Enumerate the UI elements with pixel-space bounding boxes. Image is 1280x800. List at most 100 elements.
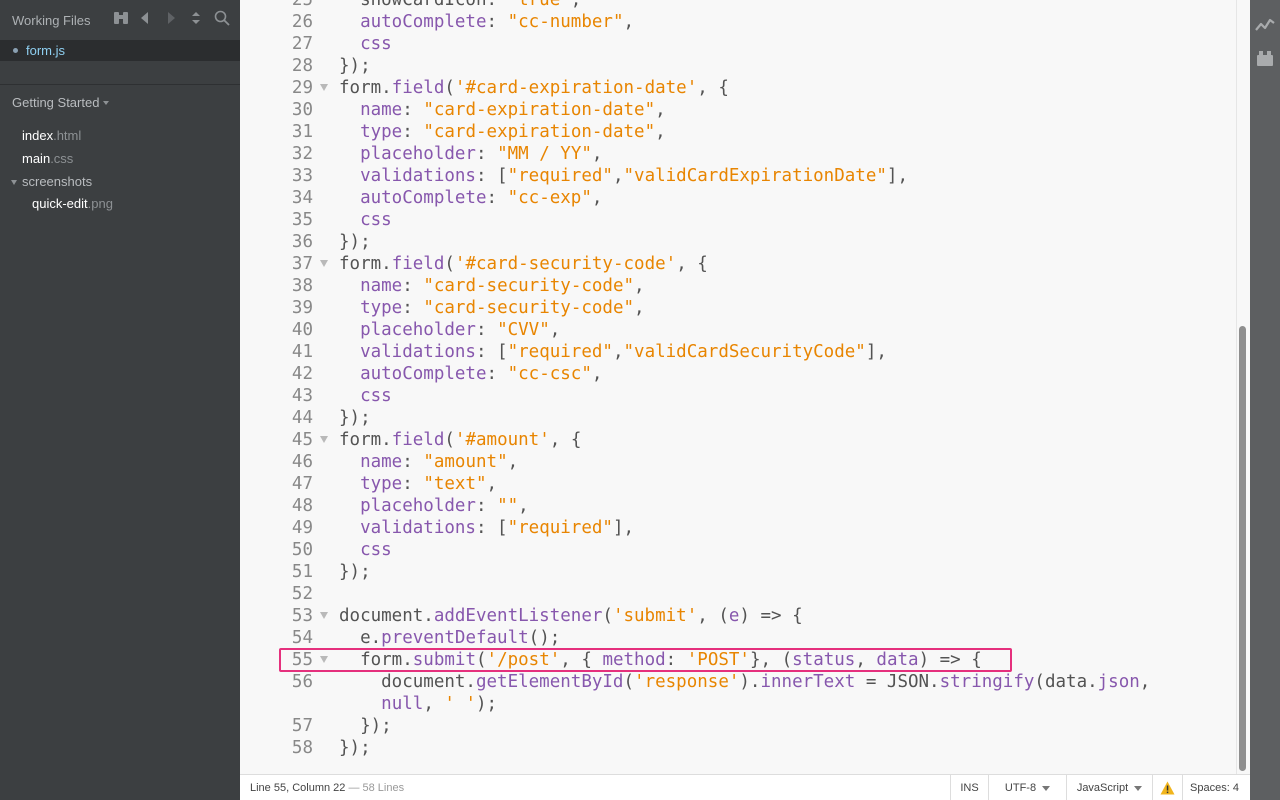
code-text: null, ' '); <box>381 694 498 714</box>
extension-manager-icon[interactable] <box>1255 48 1275 68</box>
dirty-dot-icon <box>13 48 18 53</box>
code-line[interactable]: 28}); <box>240 55 1240 77</box>
code-line[interactable]: 40 placeholder: "CVV", <box>240 319 1240 341</box>
sidebar-divider <box>0 84 240 85</box>
live-preview-icon[interactable] <box>1255 16 1275 36</box>
code-line[interactable]: 36}); <box>240 231 1240 253</box>
code-text: placeholder: "CVV", <box>360 320 561 340</box>
line-number: 52 <box>291 584 313 604</box>
code-line[interactable]: 47 type: "text", <box>240 473 1240 495</box>
line-number: 46 <box>291 452 313 472</box>
code-line[interactable]: 31 type: "card-expiration-date", <box>240 121 1240 143</box>
code-line[interactable]: 29 form.field('#card-expiration-date', { <box>240 77 1240 99</box>
code-line[interactable]: 33 validations: ["required","validCardEx… <box>240 165 1240 187</box>
line-number: 42 <box>291 364 313 384</box>
code-line[interactable]: 54 e.preventDefault(); <box>240 627 1240 649</box>
working-files-title: Working Files <box>12 13 91 28</box>
code-text: }); <box>339 56 371 76</box>
line-number: 51 <box>291 562 313 582</box>
code-line[interactable]: 58}); <box>240 737 1240 759</box>
code-text: validations: ["required"], <box>360 518 635 538</box>
code-text: name: "card-expiration-date", <box>360 100 666 120</box>
code-line[interactable]: 34 autoComplete: "cc-exp", <box>240 187 1240 209</box>
line-number: 28 <box>291 56 313 76</box>
chevron-down-icon <box>1042 785 1051 791</box>
right-toolbar <box>1250 0 1280 800</box>
working-file-name: form.js <box>26 43 65 58</box>
cursor-position: Line 55, Column 22 — 58 Lines <box>250 782 405 794</box>
code-line[interactable]: 42 autoComplete: "cc-csc", <box>240 363 1240 385</box>
fold-toggle-icon[interactable] <box>320 260 328 267</box>
code-text: }); <box>339 716 392 736</box>
line-number: 48 <box>291 496 313 516</box>
status-bar: Line 55, Column 22 — 58 Lines INS UTF-8 … <box>240 774 1250 800</box>
scrollbar-thumb[interactable] <box>1239 326 1246 771</box>
fold-toggle-icon[interactable] <box>320 436 328 443</box>
language-dropdown[interactable]: JavaScript <box>1066 775 1152 800</box>
split-view-icon[interactable] <box>111 8 131 28</box>
code-line[interactable]: 37 form.field('#card-security-code', { <box>240 253 1240 275</box>
line-number: 25 <box>291 0 313 10</box>
line-number: 31 <box>291 122 313 142</box>
code-line[interactable]: 50 css <box>240 539 1240 561</box>
line-number: 35 <box>291 210 313 230</box>
insert-mode-toggle[interactable]: INS <box>950 775 988 800</box>
working-files-list: form.js <box>0 40 240 61</box>
line-number: 41 <box>291 342 313 362</box>
code-line[interactable]: 26 autoComplete: "cc-number", <box>240 11 1240 33</box>
code-line[interactable]: 35 css <box>240 209 1240 231</box>
tree-file-index-html[interactable]: index.html <box>22 128 81 143</box>
fold-toggle-icon[interactable] <box>320 84 328 91</box>
code-line[interactable]: 39 type: "card-security-code", <box>240 297 1240 319</box>
line-number: 47 <box>291 474 313 494</box>
line-number: 37 <box>291 254 313 274</box>
folder-expanded-caret-icon[interactable] <box>11 180 17 185</box>
sidebar: Working Files form.js Getting Started in… <box>0 0 240 800</box>
code-line[interactable]: 46 name: "amount", <box>240 451 1240 473</box>
line-number: 54 <box>291 628 313 648</box>
code-line[interactable]: 25 showCardIcon: "true", <box>240 0 1240 11</box>
highlight-annotation <box>279 648 1012 672</box>
code-line[interactable]: 32 placeholder: "MM / YY", <box>240 143 1240 165</box>
code-text: showCardIcon: "true", <box>339 0 582 10</box>
code-line[interactable]: 51}); <box>240 561 1240 583</box>
back-arrow-icon[interactable] <box>135 8 155 28</box>
line-number: 56 <box>291 672 313 692</box>
line-number: 34 <box>291 188 313 208</box>
code-line[interactable]: 30 name: "card-expiration-date", <box>240 99 1240 121</box>
line-number: 50 <box>291 540 313 560</box>
code-text: }); <box>339 232 371 252</box>
encoding-dropdown[interactable]: UTF-8 <box>988 775 1066 800</box>
working-file-item[interactable]: form.js <box>0 40 240 61</box>
chevron-down-icon <box>103 101 110 105</box>
code-line[interactable]: 41 validations: ["required","validCardSe… <box>240 341 1240 363</box>
code-line[interactable]: 52 <box>240 583 1240 605</box>
line-number: 49 <box>291 518 313 538</box>
line-number: 26 <box>291 12 313 32</box>
project-title[interactable]: Getting Started <box>12 95 110 110</box>
code-line[interactable]: 27 css <box>240 33 1240 55</box>
code-line[interactable]: 53 document.addEventListener('submit', (e… <box>240 605 1240 627</box>
code-text: validations: ["required","validCardExpir… <box>360 166 908 186</box>
forward-arrow-icon[interactable] <box>161 8 181 28</box>
line-number: 32 <box>291 144 313 164</box>
tree-file-quick-edit-png[interactable]: quick-edit.png <box>32 196 113 211</box>
code-line[interactable]: null, ' '); <box>240 693 1240 715</box>
code-line[interactable]: 38 name: "card-security-code", <box>240 275 1240 297</box>
code-line[interactable]: 44}); <box>240 407 1240 429</box>
code-line[interactable]: 56 document.getElementById('response').i… <box>240 671 1240 693</box>
code-text: autoComplete: "cc-exp", <box>360 188 603 208</box>
indent-setting[interactable]: Spaces: 4 <box>1182 775 1246 800</box>
code-text: e.preventDefault(); <box>339 628 561 648</box>
code-line[interactable]: 45 form.field('#amount', { <box>240 429 1240 451</box>
code-line[interactable]: 43 css <box>240 385 1240 407</box>
search-icon[interactable] <box>212 8 232 28</box>
sort-icon[interactable] <box>186 8 206 28</box>
linter-warning-icon[interactable] <box>1152 775 1182 800</box>
tree-folder-screenshots[interactable]: screenshots <box>22 174 92 189</box>
code-line[interactable]: 49 validations: ["required"], <box>240 517 1240 539</box>
fold-toggle-icon[interactable] <box>320 612 328 619</box>
code-line[interactable]: 57 }); <box>240 715 1240 737</box>
code-line[interactable]: 48 placeholder: "", <box>240 495 1240 517</box>
tree-file-main-css[interactable]: main.css <box>22 151 73 166</box>
